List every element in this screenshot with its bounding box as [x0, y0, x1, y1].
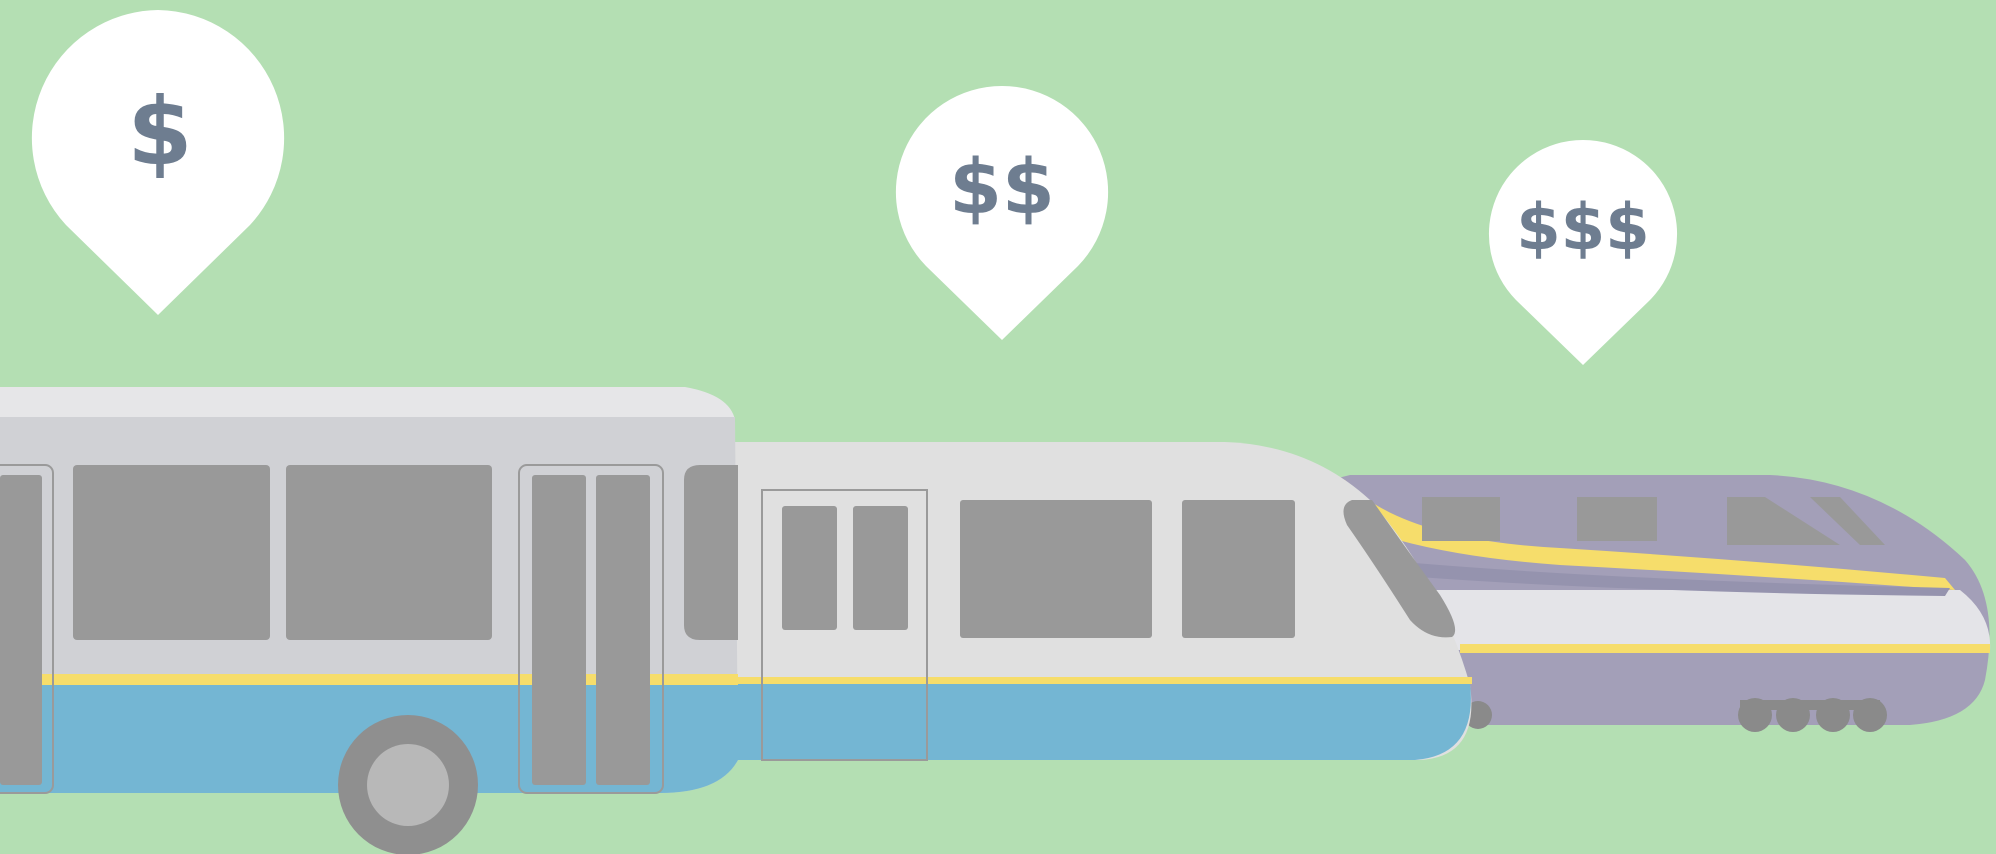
price-label-medium: $$ [949, 142, 1055, 231]
bus-window [286, 465, 492, 640]
price-label-high: $$$ [1516, 192, 1650, 266]
price-pin-high: $$$ [1488, 139, 1678, 365]
bus-front-window [684, 465, 738, 640]
light-rail-window [960, 500, 1152, 638]
price-pin-low: $ [31, 10, 285, 315]
train-window [1422, 497, 1500, 541]
bus-window [73, 465, 270, 640]
bus-wheel [338, 715, 478, 854]
transit-price-illustration: $ $$ $$$ [0, 10, 1991, 854]
price-label-low: $ [127, 78, 192, 187]
price-pin-medium: $$ [895, 85, 1109, 341]
train-window [1577, 497, 1657, 541]
bus [0, 387, 738, 854]
light-rail-window [1182, 500, 1295, 638]
